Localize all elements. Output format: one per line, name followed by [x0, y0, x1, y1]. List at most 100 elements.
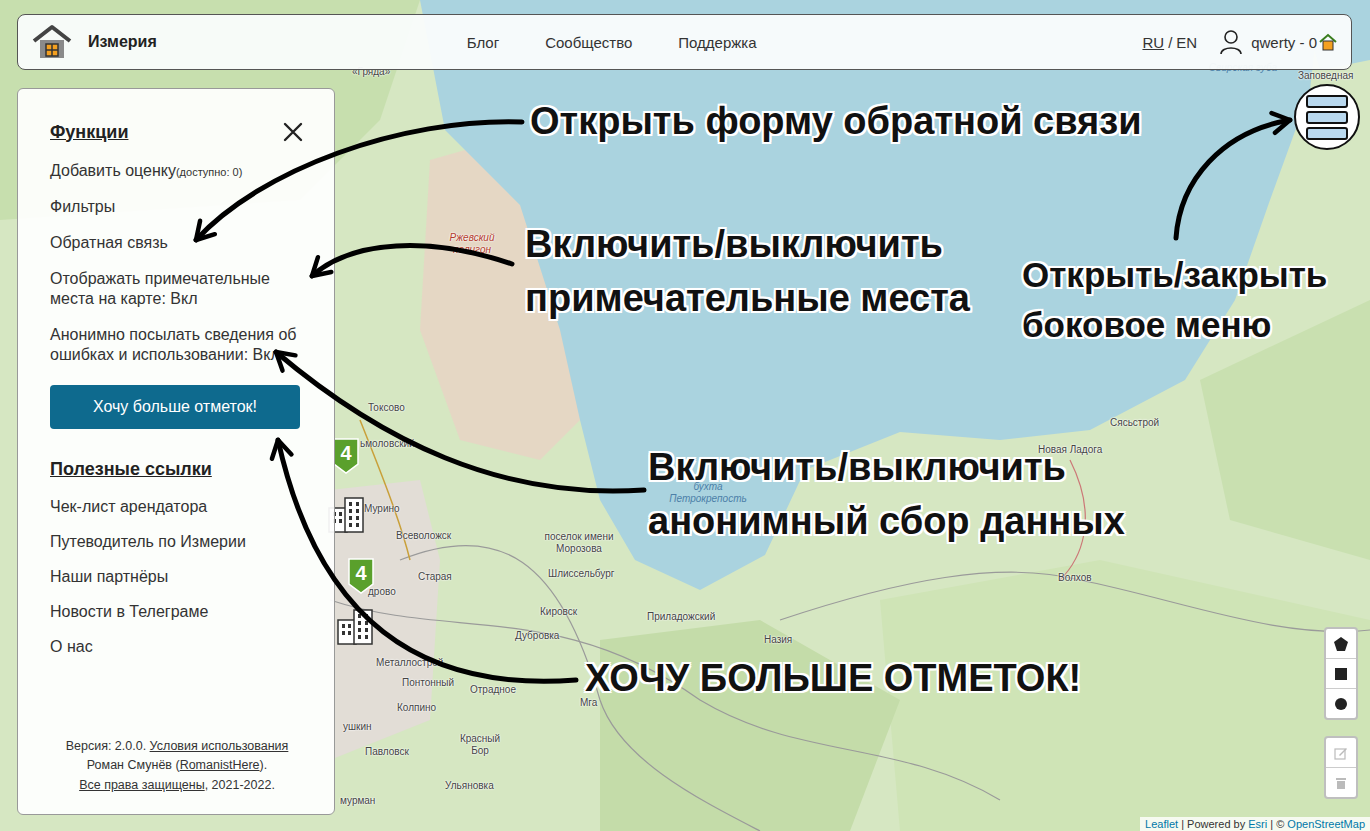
- delete-button[interactable]: [1326, 768, 1356, 797]
- menu-bar: [1306, 127, 1348, 140]
- nav-link[interactable]: Поддержка: [678, 34, 756, 51]
- annotation-line: примечательные места: [525, 272, 970, 326]
- function-item[interactable]: Фильтры: [50, 197, 304, 217]
- footer-text: Роман Смунёв (: [87, 758, 180, 772]
- user-icon: [1219, 29, 1243, 55]
- function-label[interactable]: Анонимно посылать сведения об ошибках и …: [50, 326, 296, 363]
- map-label: Мурино: [364, 503, 400, 515]
- attribution-link[interactable]: OpenStreetMap: [1287, 818, 1365, 830]
- square-icon: [1334, 667, 1348, 681]
- rating-flag[interactable]: 4: [348, 558, 374, 594]
- annotation-line: Включить/выключить: [648, 441, 1125, 495]
- attribution-link[interactable]: Leaflet: [1145, 818, 1178, 830]
- annotation-line: Открыть форму обратной связи: [530, 95, 1142, 149]
- language-separator: /: [1168, 34, 1172, 51]
- nav-link[interactable]: Блог: [467, 34, 499, 51]
- language-option[interactable]: RU: [1142, 34, 1164, 51]
- footer-link[interactable]: RomanistHere: [180, 758, 260, 772]
- footer-text: Версия: 2.0.0.: [66, 739, 150, 753]
- edit-toolbar: [1324, 736, 1358, 799]
- annotation-line: боковое меню: [1022, 300, 1327, 350]
- language-switch: RU/EN: [1142, 34, 1197, 51]
- map-label: Приладожский: [647, 611, 715, 623]
- footer-link[interactable]: Условия использования: [150, 739, 289, 753]
- attribution-link[interactable]: Esri: [1248, 818, 1267, 830]
- annotation: Открыть форму обратной связи: [530, 95, 1142, 149]
- function-label[interactable]: Обратная связь: [50, 234, 168, 251]
- functions-title: Функции: [50, 122, 128, 143]
- more-marks-button[interactable]: Хочу больше отметок!: [50, 385, 300, 429]
- user-name[interactable]: qwerty - 0: [1251, 34, 1317, 51]
- annotation: Открыть/закрытьбоковое меню: [1022, 250, 1327, 349]
- footer-text: , 2021-2022.: [205, 778, 275, 792]
- map-label: дрово: [368, 586, 396, 598]
- map-label: Дубровка: [515, 630, 559, 642]
- draw-rectangle-button[interactable]: [1326, 659, 1356, 689]
- menu-bar: [1306, 111, 1348, 124]
- more-marks-arrow: [278, 440, 576, 681]
- map-label: Ульяновка: [445, 780, 494, 792]
- useful-link[interactable]: Путеводитель по Измерии: [50, 533, 304, 551]
- draw-circle-button[interactable]: [1326, 689, 1356, 718]
- links-title: Полезные ссылки: [50, 459, 304, 480]
- user-account[interactable]: qwerty - 0: [1219, 29, 1337, 55]
- function-note: (доступно: 0): [176, 166, 242, 178]
- close-icon[interactable]: [282, 121, 304, 143]
- building-icon: [336, 606, 376, 646]
- function-label[interactable]: Фильтры: [50, 198, 115, 215]
- map-label: поселок имени Морозова: [536, 531, 622, 555]
- pencil-icon: [1334, 746, 1348, 760]
- useful-link[interactable]: О нас: [50, 638, 304, 656]
- annotation-line: Открыть/закрыть: [1022, 250, 1327, 300]
- map-label: Кировск: [540, 606, 577, 618]
- map-label: Металлострой: [376, 657, 443, 669]
- house-points-icon: [1319, 33, 1337, 51]
- footer-text: ).: [260, 758, 268, 772]
- useful-link[interactable]: Чек-лист арендатора: [50, 498, 304, 516]
- trash-icon: [1334, 776, 1348, 790]
- side-menu: Функции Добавить оценку(доступно: 0) Фильт…: [17, 88, 335, 815]
- function-label[interactable]: Отображать примечательные места на карте…: [50, 270, 270, 307]
- draw-polygon-button[interactable]: [1326, 629, 1356, 659]
- map-label: Волхов: [1058, 572, 1092, 584]
- rating-flag[interactable]: 4: [333, 438, 359, 474]
- map-marker[interactable]: 4: [348, 558, 376, 646]
- map-label: Старая: [418, 571, 452, 583]
- function-item[interactable]: Отображать примечательные места на карте…: [50, 269, 304, 309]
- circle-icon: [1334, 697, 1348, 711]
- map-label: мурман: [340, 795, 375, 807]
- edit-button[interactable]: [1326, 738, 1356, 768]
- menu-bar: [1306, 95, 1348, 108]
- function-label[interactable]: Добавить оценку: [50, 162, 176, 179]
- footer-line: Версия: 2.0.0. Условия использования: [66, 738, 289, 756]
- footer-link[interactable]: Все права защищены: [79, 778, 205, 792]
- brand[interactable]: Измерия: [32, 24, 157, 60]
- nav-link[interactable]: Сообщество: [545, 34, 632, 51]
- function-item[interactable]: Обратная связь: [50, 233, 304, 253]
- menu-toggle-button[interactable]: [1294, 84, 1360, 150]
- house-logo-icon: [32, 24, 72, 60]
- annotation: Включить/выключитьанонимный сбор данных: [648, 441, 1125, 549]
- map-label: Назия: [764, 634, 792, 646]
- functions-header: Функции: [50, 121, 304, 143]
- useful-link[interactable]: Наши партнёры: [50, 568, 304, 586]
- function-item[interactable]: Анонимно посылать сведения об ошибках и …: [50, 325, 304, 365]
- map-label: ушкин: [343, 721, 372, 733]
- map-label: Красный Бор: [452, 733, 508, 757]
- function-item[interactable]: Добавить оценку(доступно: 0): [50, 161, 304, 181]
- map-label: Павловск: [365, 746, 409, 758]
- map-label: Сясьстрой: [1110, 417, 1159, 429]
- map-label: Ржевский полигон: [440, 232, 504, 256]
- language-option[interactable]: EN: [1176, 34, 1197, 51]
- footer-line: Все права защищены, 2021-2022.: [79, 777, 275, 795]
- useful-links: Чек-лист арендатора Путеводитель по Измер…: [50, 498, 304, 656]
- useful-link[interactable]: Новости в Телеграме: [50, 603, 304, 621]
- brand-name[interactable]: Измерия: [88, 33, 157, 51]
- map-label: Токсово: [368, 402, 405, 414]
- marker-count: 4: [348, 562, 374, 585]
- map-marker[interactable]: 4: [333, 438, 367, 534]
- map-label: ьмоловский: [360, 438, 415, 450]
- main-nav: Блог Сообщество Поддержка: [467, 34, 757, 51]
- app-screen: «Гряда»Ржевский полигонТоксовоьмоловский…: [0, 0, 1370, 831]
- map-label: Всеволожск: [396, 530, 451, 542]
